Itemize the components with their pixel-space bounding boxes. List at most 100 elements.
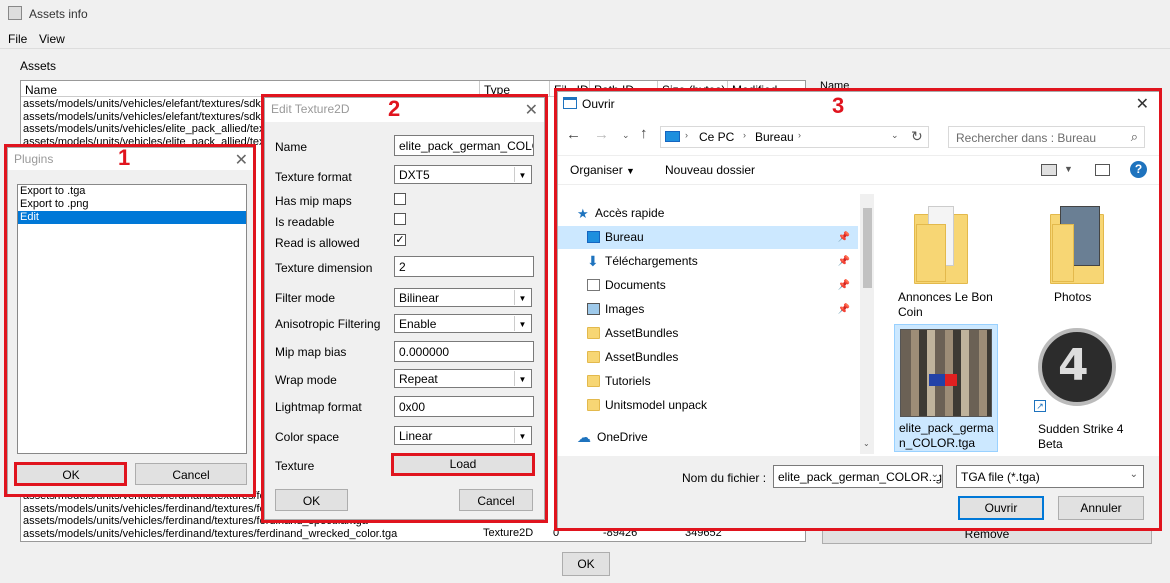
folder-icon[interactable] [1044,204,1104,284]
back-icon[interactable]: ← [566,126,581,143]
breadcrumb[interactable]: › Ce PC › Bureau › ⌄ ↻ [660,126,929,148]
file-label[interactable]: Photos [1054,290,1091,304]
list-item-selected[interactable]: Edit [18,211,246,224]
nav-pane: ★ Accès rapide Bureau 📌 ⬇ Téléchargements 📌 … [558,194,874,454]
pc-icon [665,131,680,142]
nav-images[interactable]: Images 📌 [558,298,858,321]
file-label[interactable]: Annonces Le Bon Coin [898,290,998,320]
bias-field[interactable]: 0.000000 [394,341,534,362]
texture-label: Texture [275,459,315,473]
breadcrumb-bureau[interactable]: Bureau [755,130,794,144]
format-select[interactable]: DXT5 ▼ [394,165,532,184]
search-placeholder: Rechercher dans : Bureau [956,131,1097,145]
nav-desktop[interactable]: Bureau 📌 [558,226,858,249]
chevron-down-icon[interactable]: ⌄ [930,469,939,480]
nav-quick-access[interactable]: ★ Accès rapide [558,202,858,225]
dimension-field[interactable]: 2 [394,256,534,277]
toolbar: Organiser ▼ Nouveau dossier ▼ ? [558,155,1159,185]
pin-icon: 📌 [837,280,850,291]
close-icon[interactable]: ✕ [235,150,248,170]
nav-tutorials-label: Tutoriels [605,374,651,388]
name-label: Name [275,140,308,154]
plugins-ok-button[interactable]: OK [16,463,126,485]
open-button[interactable]: Ouvrir [958,496,1044,520]
nav-onedrive[interactable]: ☁ OneDrive [558,426,858,449]
filetype-select[interactable]: TGA file (*.tga) ⌄ [956,465,1144,488]
file-label[interactable]: Sudden Strike 4 Beta [1038,422,1123,452]
edit-cancel-button[interactable]: Cancel [459,489,533,511]
list-item[interactable]: Export to .tga [18,185,246,198]
readable-checkbox[interactable] [394,213,406,225]
menu-view[interactable]: View [39,32,65,46]
aniso-value: Enable [399,317,437,331]
plugins-cancel-button[interactable]: Cancel [135,463,247,485]
aniso-select[interactable]: Enable ▼ [394,314,532,333]
list-item[interactable]: Export to .png [18,198,246,211]
main-ok-button[interactable]: OK [562,552,610,576]
file-pane: Annonces Le Bon Coin Photos elite_pack_ge… [878,194,1159,454]
nav-tutorials[interactable]: Tutoriels [558,370,858,393]
nav-downloads[interactable]: ⬇ Téléchargements 📌 [558,250,858,273]
selected-file[interactable]: elite_pack_germa n_COLOR.tga [894,324,998,452]
help-icon[interactable]: ? [1130,161,1147,178]
bias-label: Mip map bias [275,345,347,359]
nav-assetbundles-2[interactable]: AssetBundles [558,346,858,369]
nav-onedrive-label: OneDrive [597,430,648,444]
pin-icon: 📌 [837,256,850,267]
organize-button[interactable]: Organiser ▼ [570,163,635,177]
chevron-down-icon[interactable]: ⌄ [622,130,630,141]
cell-type: Texture2D [483,527,534,539]
col-type[interactable]: Type [479,81,549,97]
forward-icon[interactable]: → [594,126,609,143]
nav-scrollbar[interactable]: ⌄ [860,194,874,454]
wrap-select[interactable]: Repeat ▼ [394,369,532,388]
close-icon[interactable]: ✕ [525,100,538,120]
file-label-line: elite_pack_germa [899,421,994,435]
caret-down-icon[interactable]: ▼ [1064,164,1073,174]
cancel-button[interactable]: Annuler [1058,496,1144,520]
chevron-down-icon: ▼ [514,167,530,182]
window-title: Assets info [29,7,88,21]
nav-units-label: Unitsmodel unpack [605,398,708,412]
callout-number-1: 1 [118,145,131,170]
name-field[interactable]: elite_pack_german_COLOR [394,135,534,156]
load-button[interactable]: Load [393,455,533,474]
plugins-dialog: Plugins ✕ Export to .tga Export to .png … [7,147,255,496]
chevron-down-icon[interactable]: ⌄ [863,439,870,448]
new-folder-button[interactable]: Nouveau dossier [665,163,755,177]
scrollbar-thumb[interactable] [863,208,872,288]
filter-value: Bilinear [399,291,440,305]
shortcut-arrow-icon: ↗ [1034,400,1046,412]
search-box[interactable]: Rechercher dans : Bureau ⌕ [948,126,1145,148]
nav-documents[interactable]: Documents 📌 [558,274,858,297]
mip-checkbox[interactable] [394,193,406,205]
breadcrumb-pc[interactable]: Ce PC [699,130,734,144]
view-icon[interactable] [1041,164,1057,176]
nav-assetbundles-1[interactable]: AssetBundles [558,322,858,345]
chevron-down-icon[interactable]: ⌄ [891,130,899,141]
open-title: Ouvrir [582,97,615,111]
filename-input[interactable]: elite_pack_german_COLOR.tga ⌄ [773,465,943,488]
image-icon [587,303,600,315]
plugins-list[interactable]: Export to .tga Export to .png Edit [17,184,247,454]
colorspace-select[interactable]: Linear ▼ [394,426,532,445]
lightmap-label: Lightmap format [275,400,362,414]
nav-downloads-label: Téléchargements [605,254,698,268]
col-name[interactable]: Name [25,83,57,97]
menu-file[interactable]: File [8,32,27,46]
read-allowed-checkbox[interactable]: ✓ [394,234,406,246]
edit-ok-button[interactable]: OK [275,489,348,511]
nav-unitsmodel[interactable]: Unitsmodel unpack [558,394,858,417]
game-shortcut-icon[interactable]: 4 ↗ [1034,328,1118,412]
filter-select[interactable]: Bilinear ▼ [394,288,532,307]
close-icon[interactable]: ✕ [1136,94,1149,114]
colorspace-value: Linear [399,429,433,443]
folder-icon[interactable] [908,204,968,284]
lightmap-field[interactable]: 0x00 [394,396,534,417]
up-icon[interactable]: ↑ [640,125,648,142]
table-row[interactable]: assets/models/units/vehicles/ferdinand/t… [23,528,483,541]
folder-icon [587,351,600,363]
file-label-line: Annonces Le Bon [898,290,993,304]
preview-pane-icon[interactable] [1095,164,1110,176]
refresh-icon[interactable]: ↻ [911,128,923,145]
